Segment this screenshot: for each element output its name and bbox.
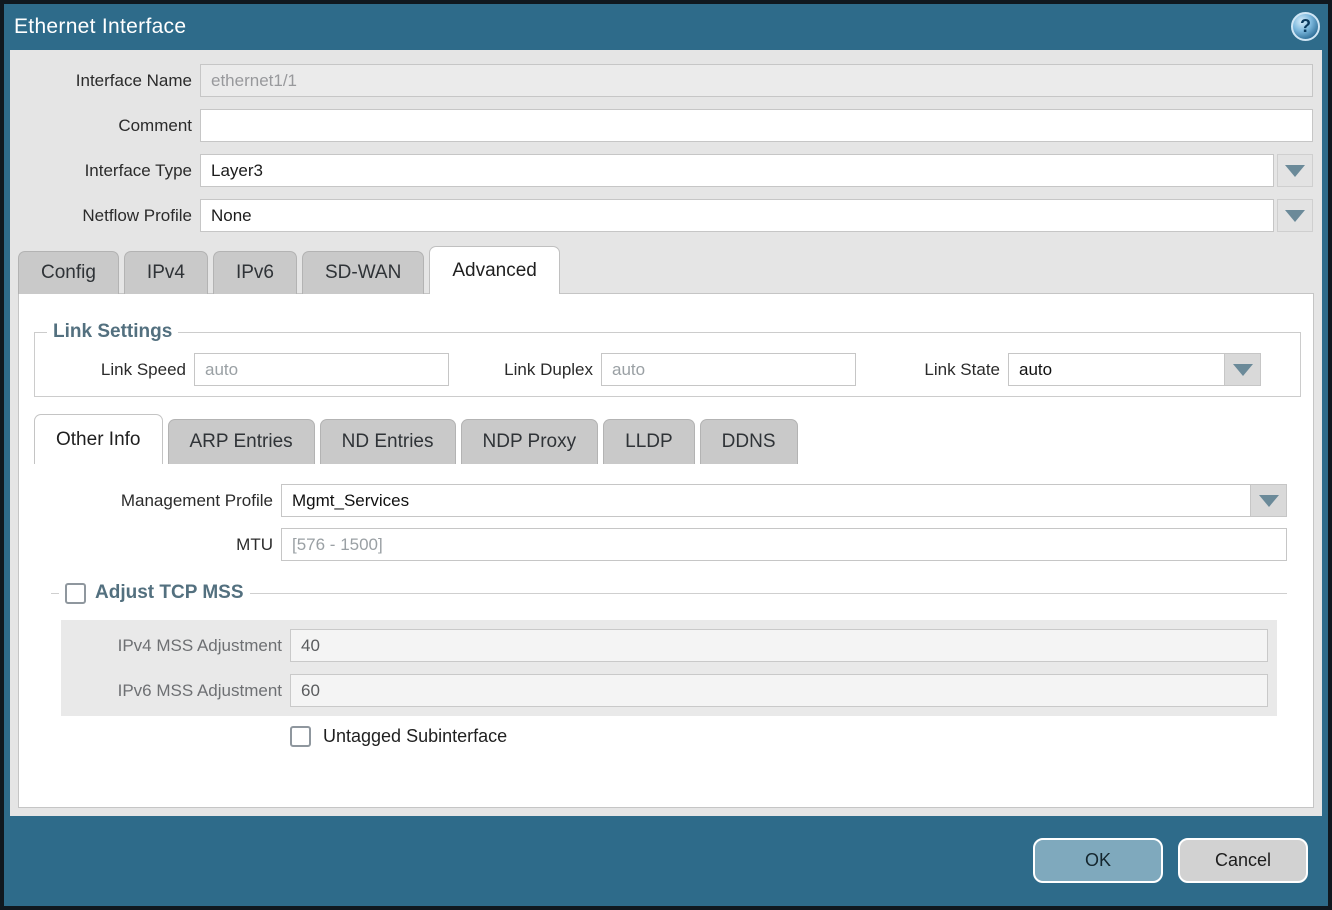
dialog-title: Ethernet Interface <box>4 15 186 39</box>
ipv6-mss-row: IPv6 MSS Adjustment <box>61 674 1277 707</box>
ethernet-interface-dialog: Ethernet Interface ? Interface Name Comm… <box>4 4 1328 906</box>
tab-arp-entries[interactable]: ARP Entries <box>168 419 315 464</box>
adjust-tcp-mss-fieldset: Adjust TCP MSS IPv4 MSS Adjustment IPv6 … <box>51 582 1287 700</box>
sub-tab-bar: Other Info ARP Entries ND Entries NDP Pr… <box>34 414 798 464</box>
interface-name-row: Interface Name <box>10 64 1313 97</box>
adjust-tcp-mss-legend-text: Adjust TCP MSS <box>95 582 244 604</box>
tab-nd-entries[interactable]: ND Entries <box>320 419 456 464</box>
link-state-field[interactable] <box>1009 354 1224 385</box>
interface-type-dropdown-button[interactable] <box>1277 154 1313 187</box>
adjust-tcp-mss-checkbox[interactable] <box>65 583 86 604</box>
netflow-profile-label: Netflow Profile <box>10 206 200 226</box>
dialog-titlebar: Ethernet Interface ? <box>4 4 1328 50</box>
management-profile-row: Management Profile <box>19 484 1287 517</box>
management-profile-dropdown-button[interactable] <box>1250 485 1286 516</box>
adjust-tcp-mss-legend: Adjust TCP MSS <box>59 582 250 604</box>
main-tab-bar: Config IPv4 IPv6 SD-WAN Advanced <box>18 246 560 294</box>
link-speed-field[interactable] <box>194 353 449 386</box>
netflow-profile-row: Netflow Profile <box>10 199 1313 232</box>
chevron-down-icon <box>1285 210 1305 222</box>
tab-lldp[interactable]: LLDP <box>603 419 695 464</box>
netflow-profile-field[interactable] <box>200 199 1274 232</box>
link-duplex-field[interactable] <box>601 353 856 386</box>
comment-field[interactable] <box>200 109 1313 142</box>
advanced-tab-panel: Link Settings Link Speed Link Duplex Lin… <box>18 293 1314 808</box>
chevron-down-icon <box>1259 495 1279 507</box>
help-icon[interactable]: ? <box>1291 12 1320 41</box>
link-settings-legend: Link Settings <box>47 321 178 343</box>
link-speed-label: Link Speed <box>35 360 194 380</box>
link-duplex-label: Link Duplex <box>449 360 601 380</box>
untagged-subinterface-checkbox[interactable] <box>290 726 311 747</box>
mtu-field[interactable] <box>281 528 1287 561</box>
ipv4-mss-field <box>290 629 1268 662</box>
interface-name-field <box>200 64 1313 97</box>
tab-other-info[interactable]: Other Info <box>34 414 163 464</box>
management-profile-label: Management Profile <box>19 491 281 511</box>
link-settings-fieldset: Link Settings Link Speed Link Duplex Lin… <box>34 321 1301 397</box>
link-state-label: Link State <box>856 360 1008 380</box>
ipv6-mss-field <box>290 674 1268 707</box>
management-profile-select <box>281 484 1287 517</box>
chevron-down-icon <box>1233 364 1253 376</box>
interface-type-combo <box>200 154 1313 187</box>
tab-advanced[interactable]: Advanced <box>429 246 560 294</box>
ipv4-mss-row: IPv4 MSS Adjustment <box>61 629 1277 662</box>
link-state-select <box>1008 353 1261 386</box>
tab-config[interactable]: Config <box>18 251 119 294</box>
mtu-row: MTU <box>19 528 1287 561</box>
link-state-dropdown-button[interactable] <box>1224 354 1260 385</box>
top-form: Interface Name Comment Interface Type <box>10 64 1313 244</box>
ok-button[interactable]: OK <box>1033 838 1163 883</box>
netflow-profile-combo <box>200 199 1313 232</box>
interface-type-label: Interface Type <box>10 161 200 181</box>
untagged-subinterface-row: Untagged Subinterface <box>290 726 507 747</box>
ipv6-mss-label: IPv6 MSS Adjustment <box>61 681 290 701</box>
interface-type-field[interactable] <box>200 154 1274 187</box>
management-profile-field[interactable] <box>282 485 1250 516</box>
mtu-label: MTU <box>19 535 281 555</box>
comment-row: Comment <box>10 109 1313 142</box>
netflow-profile-dropdown-button[interactable] <box>1277 199 1313 232</box>
cancel-button[interactable]: Cancel <box>1178 838 1308 883</box>
link-settings-row: Link Speed Link Duplex Link State <box>35 353 1300 386</box>
ipv4-mss-label: IPv4 MSS Adjustment <box>61 636 290 656</box>
mss-disabled-panel: IPv4 MSS Adjustment IPv6 MSS Adjustment <box>61 620 1277 716</box>
untagged-subinterface-label: Untagged Subinterface <box>323 726 507 747</box>
tab-ddns[interactable]: DDNS <box>700 419 798 464</box>
comment-label: Comment <box>10 116 200 136</box>
tab-ipv6[interactable]: IPv6 <box>213 251 297 294</box>
tab-sdwan[interactable]: SD-WAN <box>302 251 424 294</box>
tab-ndp-proxy[interactable]: NDP Proxy <box>461 419 599 464</box>
screen: Ethernet Interface ? Interface Name Comm… <box>0 0 1332 910</box>
dialog-body: Interface Name Comment Interface Type <box>10 50 1322 816</box>
interface-type-row: Interface Type <box>10 154 1313 187</box>
tab-ipv4[interactable]: IPv4 <box>124 251 208 294</box>
interface-name-label: Interface Name <box>10 71 200 91</box>
chevron-down-icon <box>1285 165 1305 177</box>
